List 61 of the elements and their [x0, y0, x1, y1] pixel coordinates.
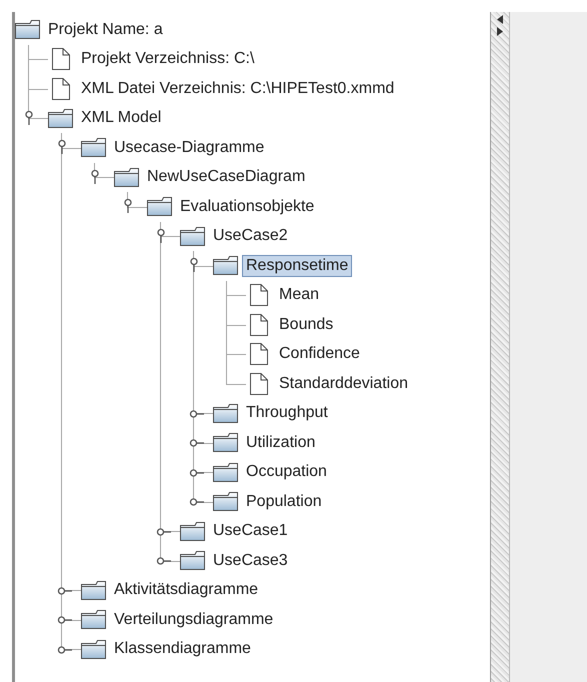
folder-icon [15, 20, 40, 40]
folder-icon [180, 522, 205, 541]
tree-node-label[interactable]: Klassendiagramme [110, 638, 255, 660]
expand-handle[interactable] [57, 615, 73, 625]
tree-node-label[interactable]: Bounds [275, 314, 338, 336]
expand-handle[interactable] [57, 644, 73, 654]
expand-handle[interactable] [189, 257, 199, 273]
folder-icon [213, 462, 238, 482]
folder-icon [81, 138, 106, 158]
file-icon [52, 48, 70, 70]
tree-node-label[interactable]: NewUseCaseDiagram [143, 166, 310, 188]
folder-icon [180, 551, 205, 570]
tree-node-label[interactable]: UseCase2 [209, 225, 292, 248]
file-icon [52, 78, 70, 100]
expand-handle[interactable] [24, 110, 34, 126]
expand-handle[interactable] [90, 168, 100, 184]
file-icon [250, 314, 268, 336]
file-icon [250, 284, 268, 306]
tree-node-label[interactable]: Aktivitätsdiagramme [110, 579, 262, 602]
tree-node-label[interactable]: XML Model [77, 107, 166, 130]
folder-icon [213, 492, 238, 512]
expand-handle[interactable] [189, 468, 205, 478]
expand-handle[interactable] [189, 497, 205, 507]
tree-node-label[interactable]: XML Datei Verzeichnis: C:\HIPETest0.xmmd [77, 78, 398, 100]
folder-icon [81, 640, 106, 659]
tree-node-label[interactable]: Projekt Verzeichniss: C:\ [77, 48, 258, 70]
folder-icon [213, 256, 238, 276]
file-icon [250, 372, 268, 395]
tree-node-label[interactable]: Responsetime [242, 254, 352, 277]
tree-node-label[interactable]: UseCase3 [209, 550, 292, 572]
folder-icon [114, 168, 139, 187]
folder-icon [81, 580, 106, 600]
expand-handle[interactable] [156, 526, 172, 536]
left-arrow-button[interactable] [496, 14, 504, 24]
folder-icon [213, 433, 238, 452]
folder-icon [180, 226, 205, 246]
expand-handle[interactable] [57, 586, 73, 596]
tree-node-label[interactable]: UseCase1 [209, 520, 292, 542]
tree-node-label[interactable]: Utilization [242, 432, 320, 454]
tree-node-label[interactable]: Occupation [242, 461, 331, 484]
folder-icon [213, 404, 238, 423]
tree-node-label[interactable]: Confidence [275, 343, 364, 366]
expand-handle[interactable] [156, 556, 172, 566]
expand-handle[interactable] [57, 139, 67, 155]
tree-node-label[interactable]: Usecase-Diagramme [110, 136, 268, 159]
folder-icon [48, 108, 73, 128]
tree-node-label[interactable]: Population [242, 490, 326, 513]
expand-handle[interactable] [189, 438, 205, 448]
tree-node-label[interactable]: Throughput [242, 402, 332, 424]
tree-node-label[interactable]: Mean [275, 284, 324, 306]
expand-handle[interactable] [189, 408, 205, 418]
tree-node-label[interactable]: Standarddeviation [275, 372, 412, 395]
folder-icon [147, 197, 172, 216]
tree-node-label[interactable]: Projekt Name: a [44, 18, 167, 41]
folder-icon [81, 610, 106, 630]
tree-node-label[interactable]: Evaluationsobjekte [176, 196, 318, 218]
right-arrow-button[interactable] [496, 26, 504, 36]
file-icon [250, 343, 268, 366]
tree-node-label[interactable]: Verteilungsdiagramme [110, 608, 278, 631]
expand-handle[interactable] [123, 198, 133, 214]
expand-handle[interactable] [156, 228, 166, 244]
